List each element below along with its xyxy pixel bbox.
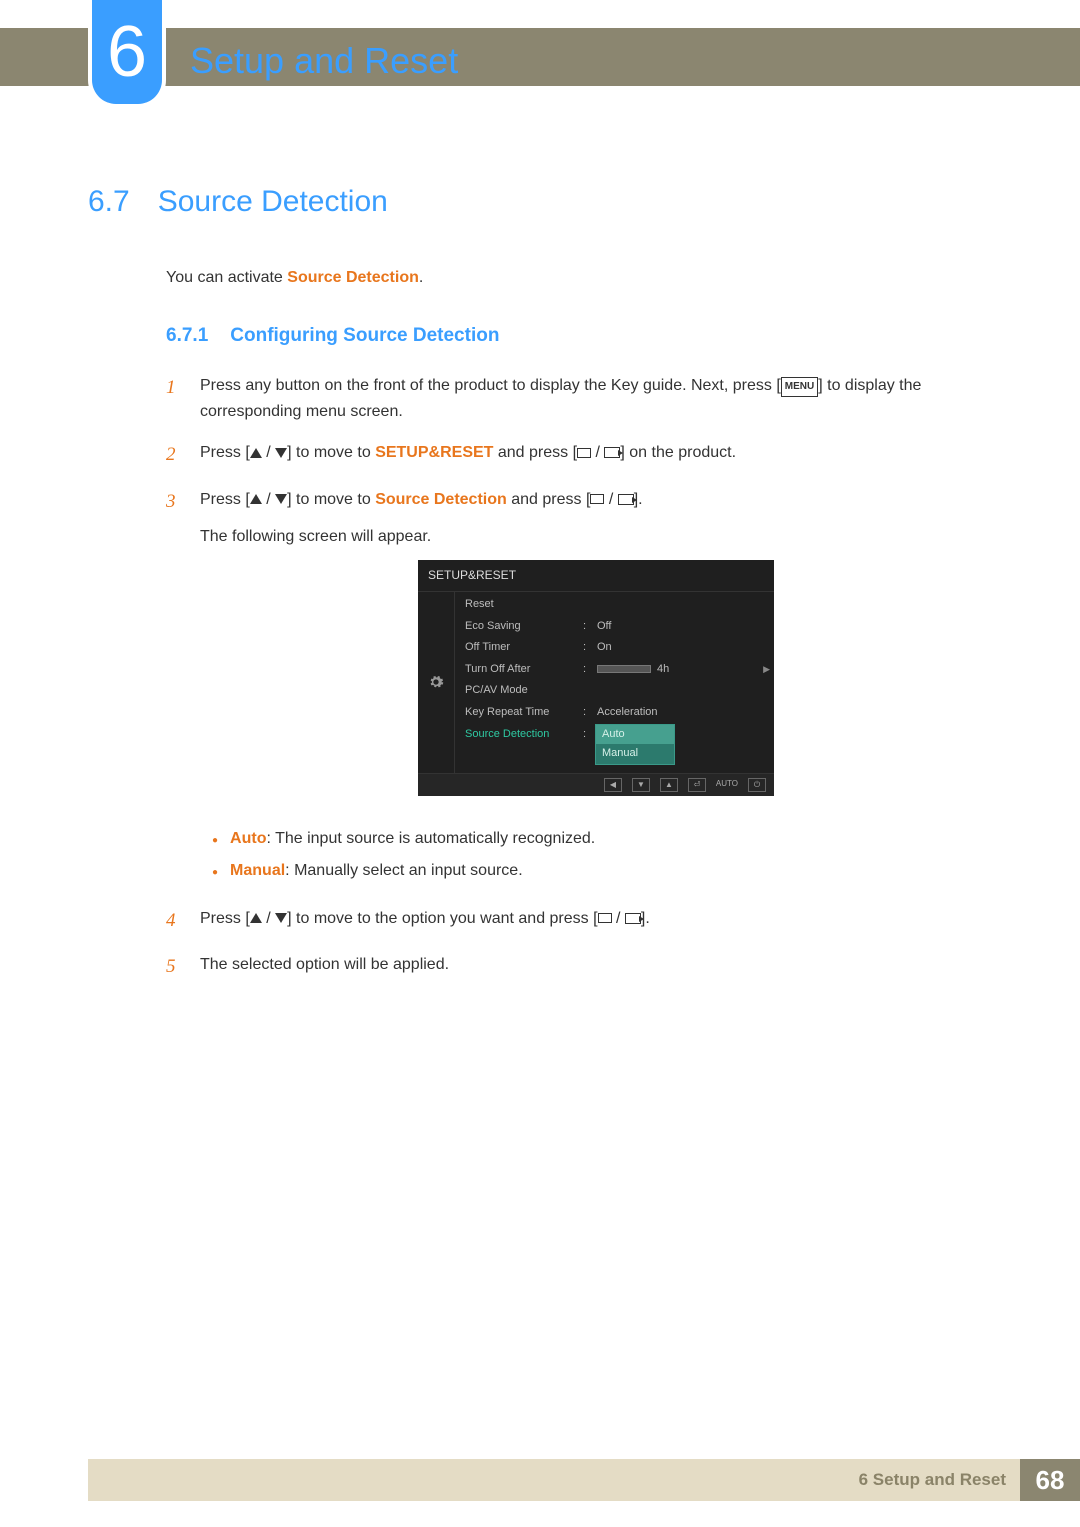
osd-option-manual: Manual <box>596 744 674 764</box>
page-number: 68 <box>1020 1459 1080 1501</box>
highlight: Source Detection <box>375 491 507 508</box>
osd-menu: Reset Eco Saving:Off Off Timer:On Turn O… <box>454 592 774 773</box>
nav-down-icon: ▼ <box>632 778 650 792</box>
step-5: 5 The selected option will be applied. <box>166 952 992 982</box>
gear-icon <box>428 674 444 690</box>
select-icon <box>577 448 591 458</box>
step-number: 2 <box>166 440 184 470</box>
nav-up-icon: ▲ <box>660 778 678 792</box>
step-2: 2 Press [ / ] to move to SETUP&RESET and… <box>166 440 992 470</box>
nav-enter-icon: ⏎ <box>688 778 706 792</box>
section-heading: 6.7 Source Detection <box>88 185 992 219</box>
step-3: 3 Press [ / ] to move to Source Detectio… <box>166 487 992 814</box>
osd-title: SETUP&RESET <box>418 560 774 592</box>
select-icon <box>598 913 612 923</box>
step-number: 5 <box>166 952 184 982</box>
power-icon: ⏻ <box>748 778 766 792</box>
enter-icon <box>604 447 620 458</box>
step-1: 1 Press any button on the front of the p… <box>166 373 992 424</box>
step-4: 4 Press [ / ] to move to the option you … <box>166 906 992 936</box>
step-body: Press [ / ] to move to Source Detection … <box>200 487 992 814</box>
bullet-manual: ● Manual: Manually select an input sourc… <box>212 862 992 884</box>
footer-label: 6 Setup and Reset <box>859 1470 1006 1490</box>
content: 6.7 Source Detection You can activate So… <box>88 185 992 998</box>
nav-auto: AUTO <box>716 778 738 792</box>
bullet-icon: ● <box>212 862 218 884</box>
step-number: 4 <box>166 906 184 936</box>
chapter-number: 6 <box>107 16 147 88</box>
chapter-title: Setup and Reset <box>190 40 458 82</box>
arrow-down-icon <box>275 448 287 458</box>
chevron-right-icon: ▶ <box>763 662 770 676</box>
step-body: Press [ / ] to move to SETUP&RESET and p… <box>200 440 992 470</box>
arrow-down-icon <box>275 494 287 504</box>
bullet-icon: ● <box>212 830 218 852</box>
select-icon <box>590 494 604 504</box>
bullet-auto: ● Auto: The input source is automaticall… <box>212 830 992 852</box>
osd-footer: ◀ ▼ ▲ ⏎ AUTO ⏻ <box>418 773 774 796</box>
arrow-down-icon <box>275 913 287 923</box>
step-number: 1 <box>166 373 184 424</box>
osd-sidebar <box>418 592 454 773</box>
highlight: Source Detection <box>287 269 419 286</box>
osd-screenshot: SETUP&RESET Reset Eco Saving:Off Off Tim… <box>418 560 774 796</box>
subsection-number: 6.7.1 <box>166 325 208 347</box>
step-body: Press [ / ] to move to the option you wa… <box>200 906 992 936</box>
step-body: The selected option will be applied. <box>200 952 992 982</box>
chapter-badge: 6 <box>88 0 166 108</box>
page-footer: 6 Setup and Reset 68 <box>88 1459 1080 1501</box>
bullet-list: ● Auto: The input source is automaticall… <box>212 830 992 884</box>
highlight: SETUP&RESET <box>375 444 493 461</box>
step-note: The following screen will appear. <box>200 524 992 550</box>
enter-icon <box>618 494 634 505</box>
menu-key-icon: MENU <box>781 377 818 397</box>
arrow-up-icon <box>250 913 262 923</box>
enter-icon <box>625 913 641 924</box>
osd-selected-item: Source Detection <box>465 726 583 744</box>
slider-bar <box>597 665 651 673</box>
section-title: Source Detection <box>158 185 388 219</box>
step-body: Press any button on the front of the pro… <box>200 373 992 424</box>
subsection-heading: 6.7.1 Configuring Source Detection <box>166 325 992 347</box>
arrow-up-icon <box>250 448 262 458</box>
nav-left-icon: ◀ <box>604 778 622 792</box>
subsection-title: Configuring Source Detection <box>230 325 499 347</box>
section-number: 6.7 <box>88 185 130 219</box>
osd-dropdown: Auto Manual <box>595 724 675 765</box>
intro-text: You can activate Source Detection. <box>166 269 992 287</box>
step-number: 3 <box>166 487 184 814</box>
osd-option-auto: Auto <box>596 725 674 745</box>
arrow-up-icon <box>250 494 262 504</box>
